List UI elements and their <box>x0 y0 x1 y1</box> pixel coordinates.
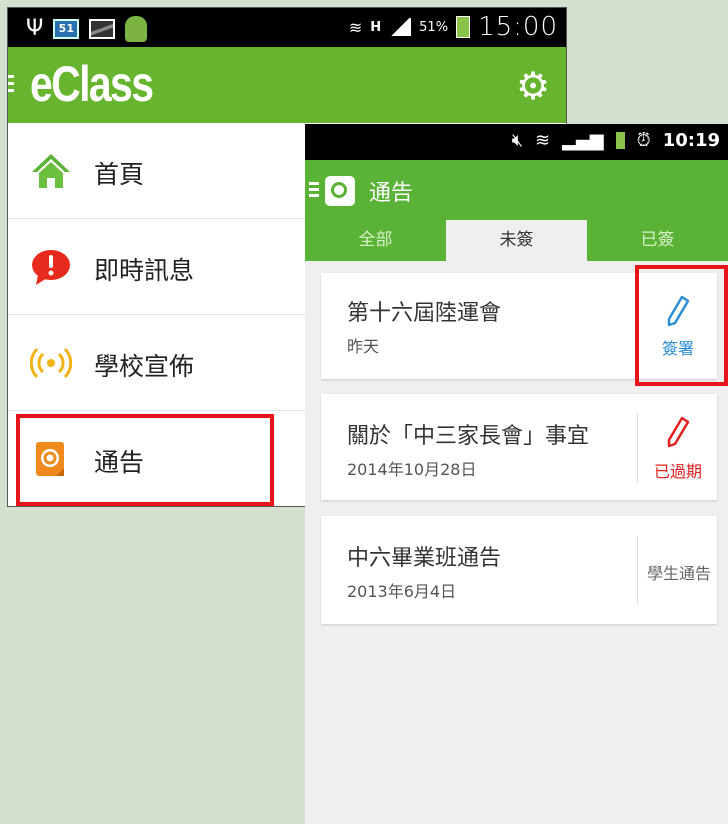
drawer-menu-icon[interactable] <box>309 182 319 198</box>
page-title: 通告 <box>369 181 414 206</box>
divider <box>637 536 638 604</box>
app-icon[interactable] <box>325 176 355 206</box>
settings-gear-icon[interactable]: ⚙ <box>514 67 552 105</box>
app-logo: eClass <box>30 56 154 112</box>
tab-signed[interactable]: 已簽 <box>587 220 728 261</box>
notice-title: 第十六屆陸運會 <box>347 301 502 326</box>
tab-unsigned[interactable]: 未簽 <box>446 220 587 261</box>
battery-percent: 51% <box>419 19 449 35</box>
notice-date: 2014年10月28日 <box>347 460 477 479</box>
highlight-box-notice <box>16 414 274 506</box>
notification-badge: 51 <box>53 19 80 39</box>
mute-icon: ≋ <box>348 17 363 37</box>
tab-all[interactable]: 全部 <box>305 220 446 261</box>
usb-icon: Ψ <box>26 16 44 41</box>
android-icon <box>125 16 148 42</box>
app-bar: eClass ⚙ <box>8 47 566 123</box>
broadcast-icon <box>30 347 72 379</box>
student-notice-label: 學生通告 <box>646 564 711 583</box>
status-bar: 🔇︎ ≋ ▂▄▆ ⏰︎ 10:19 <box>305 124 728 160</box>
image-icon <box>89 19 116 39</box>
status-bar: Ψ 51 ≋ H 51% 15:00 <box>8 8 566 47</box>
alarm-icon: ⏰︎ <box>636 130 651 151</box>
tab-bar: 全部 未簽 已簽 <box>305 220 728 261</box>
expired-status: 已過期 <box>653 462 702 481</box>
alert-message-icon <box>32 250 70 285</box>
menu-label: 首頁 <box>94 160 145 189</box>
divider <box>637 414 638 482</box>
menu-item-instant-message[interactable]: 即時訊息 <box>8 219 308 315</box>
battery-icon <box>456 16 471 38</box>
home-icon <box>32 154 70 188</box>
app-bar: 通告 <box>305 160 728 220</box>
notice-screen: 🔇︎ ≋ ▂▄▆ ⏰︎ 10:19 通告 全部 未簽 已簽 第十六屆陸運會 昨天… <box>305 124 728 824</box>
pen-icon <box>667 416 690 448</box>
notice-date: 昨天 <box>347 337 380 356</box>
menu-item-home[interactable]: 首頁 <box>8 123 308 219</box>
notice-card[interactable]: 中六畢業班通告 2013年6月4日 學生通告 <box>321 516 717 624</box>
notice-title: 關於「中三家長會」事宜 <box>347 424 590 449</box>
notice-title: 中六畢業班通告 <box>347 546 502 571</box>
menu-label: 學校宣佈 <box>94 352 195 381</box>
wifi-icon: ≋ <box>535 130 551 151</box>
battery-icon <box>615 132 625 149</box>
signal-icon <box>389 18 412 36</box>
data-icon: H <box>370 19 382 35</box>
menu-label: 即時訊息 <box>94 256 195 285</box>
highlight-box-sign <box>635 265 728 386</box>
notice-card[interactable]: 關於「中三家長會」事宜 2014年10月28日 已過期 <box>321 394 717 500</box>
clock: 15:00 <box>478 12 558 42</box>
notice-date: 2013年6月4日 <box>347 582 457 601</box>
mute-icon: 🔇︎ <box>511 130 524 151</box>
signal-icon: ▂▄▆ <box>562 130 604 151</box>
clock: 10:19 <box>662 130 720 151</box>
menu-item-school-news[interactable]: 學校宣佈 <box>8 315 308 411</box>
drawer-menu-icon[interactable] <box>8 75 14 93</box>
